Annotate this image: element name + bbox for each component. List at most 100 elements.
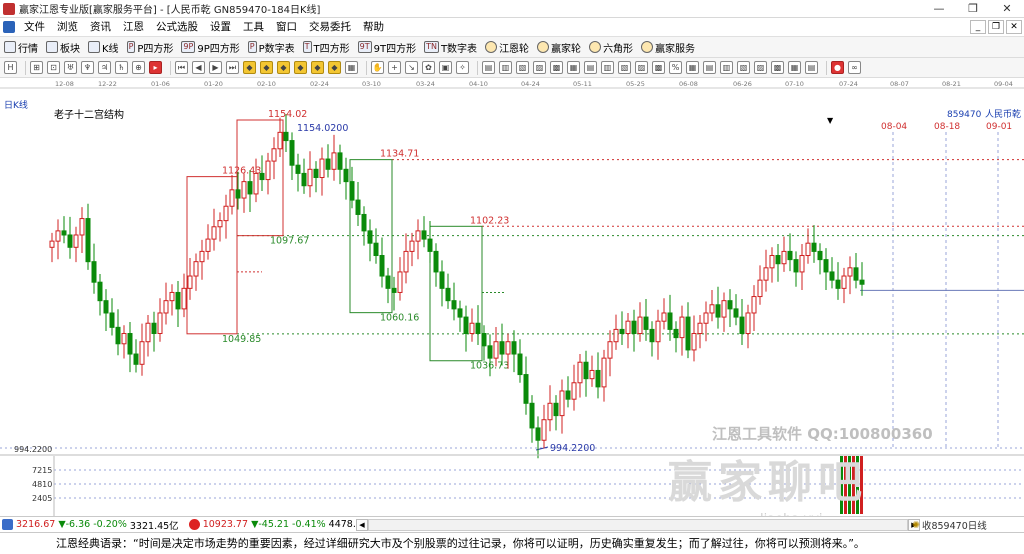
candle-body xyxy=(823,259,829,273)
kline-chart[interactable]: 12-08 12-22 01-06 01-20 02-10 02-24 03-10 03-24… xyxy=(0,78,1024,516)
menu-tools[interactable]: 工具 xyxy=(237,18,270,36)
date-tick-label: 06-26 xyxy=(733,80,752,88)
tool-icon[interactable]: ▣ xyxy=(439,61,452,74)
hand-icon[interactable]: ✋ xyxy=(371,61,384,74)
gann-wheel-button[interactable]: 江恩轮 xyxy=(481,40,533,55)
arrow-icon[interactable]: ↘ xyxy=(405,61,418,74)
draw-tool-icon[interactable]: ⊡ xyxy=(47,61,60,74)
draw-tool-icon[interactable]: ♅ xyxy=(64,61,77,74)
candle-body xyxy=(385,275,391,289)
percent-icon[interactable]: % xyxy=(669,61,682,74)
chart-icon[interactable]: ▩ xyxy=(652,61,665,74)
last-page-icon[interactable]: ⏭ xyxy=(226,61,239,74)
menu-help[interactable]: 帮助 xyxy=(357,18,390,36)
draw-tool-icon[interactable]: ♃ xyxy=(98,61,111,74)
next-page-icon[interactable]: ▶ xyxy=(209,61,222,74)
price-label-high-point: 1154.0200 xyxy=(297,123,348,134)
kline-button[interactable]: K线 xyxy=(84,40,123,55)
menu-window[interactable]: 窗口 xyxy=(270,18,303,36)
date-tick-label: 04-10 xyxy=(469,80,488,88)
candle-body xyxy=(763,267,769,281)
draw-tool-icon[interactable]: ♆ xyxy=(81,61,94,74)
candle-body xyxy=(133,353,139,365)
restore-button[interactable]: ❐ xyxy=(956,0,990,18)
menu-formula[interactable]: 公式选股 xyxy=(150,18,204,36)
chart-icon[interactable]: ▥ xyxy=(499,61,512,74)
tool-icon[interactable]: ✧ xyxy=(456,61,469,74)
diamond-icon[interactable]: ◆ xyxy=(328,61,341,74)
crosshair-icon[interactable]: + xyxy=(388,61,401,74)
future-date-label: 08-04 xyxy=(881,122,907,132)
candle-body xyxy=(115,326,121,345)
date-tick-label: 12-22 xyxy=(98,80,117,88)
draw-tool-icon[interactable]: ⊕ xyxy=(132,61,145,74)
chart-icon[interactable]: ▦ xyxy=(686,61,699,74)
menu-settings[interactable]: 设置 xyxy=(204,18,237,36)
t-square-button[interactable]: T T四方形 xyxy=(299,40,354,55)
winner-service-button[interactable]: 赢家服务 xyxy=(637,40,699,55)
chart-icon[interactable]: ▦ xyxy=(567,61,580,74)
menu-gann[interactable]: 江恩 xyxy=(117,18,150,36)
winner-wheel-button[interactable]: 赢家轮 xyxy=(533,40,585,55)
menu-info[interactable]: 资讯 xyxy=(84,18,117,36)
chart-icon[interactable]: ▨ xyxy=(754,61,767,74)
9p-square-button[interactable]: 9P 9P四方形 xyxy=(177,40,243,55)
chart-icon[interactable]: ▥ xyxy=(601,61,614,74)
date-tick-label: 01-06 xyxy=(151,80,170,88)
chart-icon[interactable]: ▤ xyxy=(703,61,716,74)
chart-icon[interactable]: ▩ xyxy=(550,61,563,74)
chart-icon[interactable]: ▧ xyxy=(737,61,750,74)
chart-icon[interactable]: ▦ xyxy=(788,61,801,74)
candle-body xyxy=(97,281,103,302)
chart-icon[interactable]: ▧ xyxy=(618,61,631,74)
first-page-icon[interactable]: ⏮ xyxy=(175,61,188,74)
chart-icon[interactable]: ▨ xyxy=(533,61,546,74)
p-number-table-button[interactable]: P P数字表 xyxy=(244,40,299,55)
chart-icon[interactable]: ▤ xyxy=(805,61,818,74)
draw-tool-icon[interactable]: ⊞ xyxy=(30,61,43,74)
circle-icon[interactable]: ● xyxy=(831,61,844,74)
diamond-icon[interactable]: ◆ xyxy=(294,61,307,74)
chart-icon[interactable]: ▨ xyxy=(635,61,648,74)
grid-icon[interactable]: ▦ xyxy=(345,61,358,74)
index1-change: ▼-6.36 xyxy=(58,519,91,530)
quotes-button[interactable]: 行情 xyxy=(0,40,42,55)
infinity-icon[interactable]: ∞ xyxy=(848,61,861,74)
draw-h-icon[interactable]: H xyxy=(4,61,17,74)
9t-square-button[interactable]: 9T 9T四方形 xyxy=(354,40,420,55)
chart-icon[interactable]: ▩ xyxy=(771,61,784,74)
candle-body xyxy=(613,328,619,343)
diamond-icon[interactable]: ◆ xyxy=(311,61,324,74)
draw-tool-icon[interactable]: ♄ xyxy=(115,61,128,74)
p-square-button[interactable]: P P四方形 xyxy=(123,40,178,55)
chart-icon[interactable]: ▥ xyxy=(720,61,733,74)
chart-icon[interactable]: ▤ xyxy=(482,61,495,74)
candle-body xyxy=(433,250,439,273)
prev-page-icon[interactable]: ◀ xyxy=(192,61,205,74)
mdi-restore-button[interactable]: ❐ xyxy=(988,20,1004,34)
chart-icon[interactable]: ▤ xyxy=(584,61,597,74)
candle-body xyxy=(139,341,145,365)
tool-icon[interactable]: ✿ xyxy=(422,61,435,74)
t-number-table-button[interactable]: TN T数字表 xyxy=(420,40,481,55)
horizontal-scrollbar[interactable] xyxy=(368,519,908,531)
menu-browse[interactable]: 浏览 xyxy=(51,18,84,36)
minimize-button[interactable]: — xyxy=(922,0,956,18)
chart-icon[interactable]: ▧ xyxy=(516,61,529,74)
mdi-close-button[interactable]: ✕ xyxy=(1006,20,1022,34)
menu-file[interactable]: 文件 xyxy=(18,18,51,36)
sectors-button[interactable]: 板块 xyxy=(42,40,84,55)
close-button[interactable]: ✕ xyxy=(990,0,1024,18)
candle-body xyxy=(619,328,625,335)
diamond-icon[interactable]: ◆ xyxy=(243,61,256,74)
scroll-left-button[interactable]: ◀ xyxy=(356,519,368,531)
candle-body xyxy=(61,230,67,236)
diamond-icon[interactable]: ◆ xyxy=(260,61,273,74)
toolbar-separator xyxy=(366,60,367,75)
draw-tool-icon[interactable]: ▸ xyxy=(149,61,162,74)
mdi-minimize-button[interactable]: _ xyxy=(970,20,986,34)
hexagon-button[interactable]: 六角形 xyxy=(585,40,637,55)
candle-body xyxy=(673,328,679,339)
diamond-icon[interactable]: ◆ xyxy=(277,61,290,74)
menu-trade[interactable]: 交易委托 xyxy=(303,18,357,36)
